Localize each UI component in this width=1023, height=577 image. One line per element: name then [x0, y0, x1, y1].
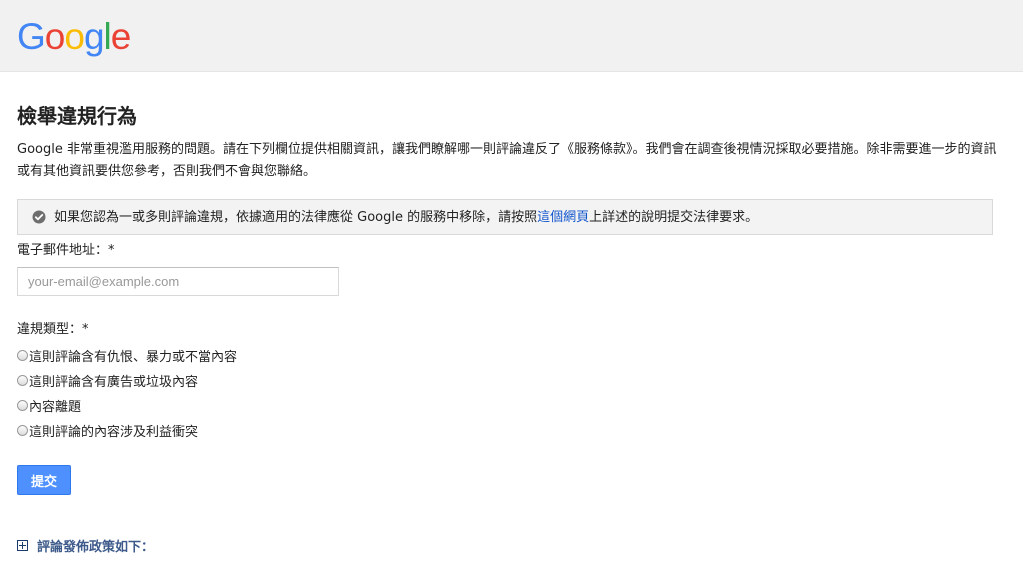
logo-letter: o: [44, 16, 66, 57]
intro-text: Google 非常重視濫用服務的問題。請在下列欄位提供相關資訊，讓我們瞭解哪一則…: [17, 142, 997, 179]
radio-button[interactable]: [17, 424, 28, 436]
violation-type-label: 違規類型：*: [17, 322, 89, 337]
check-circle-icon: [32, 210, 46, 224]
notice-text: 如果您認為一或多則評論違規，依據適用的法律應從 Google 的服務中移除，請按…: [54, 209, 758, 226]
page-header: Google: [0, 0, 1023, 72]
radio-label: 這則評論的內容涉及利益衝突: [29, 424, 199, 440]
page-title: 檢舉違規行為: [17, 104, 137, 128]
submit-button[interactable]: 提交: [17, 465, 71, 495]
logo-letter: l: [103, 16, 112, 57]
logo-letter: e: [110, 16, 132, 57]
policy-expander[interactable]: 評論發佈政策如下：: [17, 536, 154, 555]
legal-request-link[interactable]: 這個網頁: [537, 210, 589, 225]
policy-label: 評論發佈政策如下：: [37, 540, 155, 555]
radio-button[interactable]: [17, 349, 28, 361]
radio-button[interactable]: [17, 374, 28, 386]
radio-option-ads-spam[interactable]: 這則評論含有廣告或垃圾內容: [17, 370, 198, 390]
radio-label: 這則評論含有仇恨、暴力或不當內容: [29, 349, 238, 365]
logo-letter: G: [17, 16, 46, 57]
radio-button[interactable]: [17, 399, 28, 411]
email-input[interactable]: [17, 267, 339, 296]
radio-label: 這則評論含有廣告或垃圾內容: [29, 374, 199, 390]
plus-box-icon: [17, 540, 28, 551]
notice-text-before: 如果您認為一或多則評論違規，依據適用的法律應從 Google 的服務中移除，請按…: [54, 210, 538, 225]
logo-letter: g: [83, 16, 105, 57]
notice-text-after: 上詳述的說明提交法律要求。: [589, 210, 759, 225]
email-label: 電子郵件地址：*: [17, 243, 115, 258]
radio-option-conflict-of-interest[interactable]: 這則評論的內容涉及利益衝突: [17, 420, 198, 440]
legal-notice-box: 如果您認為一或多則評論違規，依據適用的法律應從 Google 的服務中移除，請按…: [17, 199, 993, 235]
radio-option-off-topic[interactable]: 內容離題: [17, 395, 81, 415]
radio-option-hate-violence[interactable]: 這則評論含有仇恨、暴力或不當內容: [17, 345, 237, 365]
radio-label: 內容離題: [29, 399, 82, 415]
google-logo[interactable]: Google: [17, 15, 132, 59]
logo-letter: o: [64, 16, 85, 57]
